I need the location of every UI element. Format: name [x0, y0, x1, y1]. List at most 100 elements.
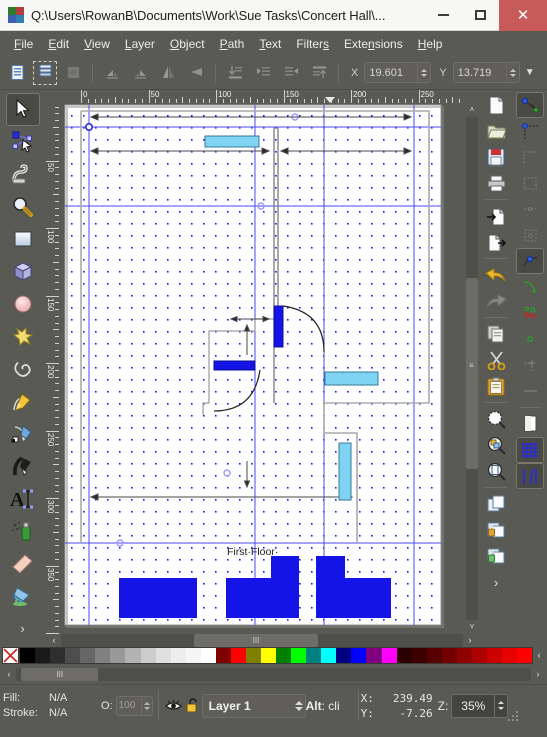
bezier-tool[interactable]: [6, 418, 40, 450]
ruler-corner[interactable]: [45, 90, 59, 103]
color-swatch[interactable]: [50, 647, 66, 663]
import-icon[interactable]: [482, 203, 510, 229]
color-swatch[interactable]: [200, 647, 216, 663]
menu-layer[interactable]: Layer: [118, 34, 162, 54]
snap-bbox-midpoint-icon[interactable]: [516, 196, 544, 222]
export-icon[interactable]: [482, 229, 510, 255]
color-swatch[interactable]: [321, 647, 337, 663]
x-coordinate-field[interactable]: [364, 62, 432, 83]
scroll-right-button[interactable]: ›: [463, 634, 477, 647]
zoom-selection-icon[interactable]: [482, 406, 510, 432]
undo-icon[interactable]: [482, 262, 510, 288]
text-tool[interactable]: A: [6, 483, 40, 515]
opacity-field[interactable]: [115, 695, 153, 716]
eraser-tool[interactable]: [6, 548, 40, 580]
snap-path-icon[interactable]: [516, 274, 544, 300]
layer-dropdown-arrows-icon[interactable]: [294, 700, 303, 711]
duplicate-icon[interactable]: [482, 491, 510, 517]
horizontal-scroll-thumb[interactable]: III: [193, 634, 319, 647]
menu-object[interactable]: Object: [163, 34, 212, 54]
snap-enable-icon[interactable]: [516, 92, 544, 118]
print-document-icon[interactable]: [482, 170, 510, 196]
close-button[interactable]: ✕: [499, 0, 547, 31]
color-swatch[interactable]: [215, 647, 231, 663]
color-swatch[interactable]: [95, 647, 111, 663]
chevron-down-icon[interactable]: ▼: [522, 67, 538, 78]
y-spinner[interactable]: [505, 63, 519, 82]
paste-icon[interactable]: [482, 373, 510, 399]
vertical-scroll-thumb[interactable]: [466, 277, 478, 470]
scroll-down-button[interactable]: ˅: [465, 620, 479, 634]
zoom-spinner[interactable]: [494, 694, 507, 717]
menu-path[interactable]: Path: [213, 34, 252, 54]
strip-scroll-thumb[interactable]: III: [21, 668, 99, 681]
snap-guide-icon[interactable]: [516, 463, 544, 489]
lower-icon[interactable]: [250, 60, 276, 86]
menu-view[interactable]: View: [77, 34, 117, 54]
spray-tool[interactable]: [6, 515, 40, 547]
deselect-icon[interactable]: [60, 60, 86, 86]
menu-help[interactable]: Help: [411, 34, 450, 54]
copy-icon[interactable]: [482, 321, 510, 347]
color-swatch[interactable]: [245, 647, 261, 663]
menu-extensions[interactable]: Extensions: [337, 34, 410, 54]
color-swatch[interactable]: [471, 647, 487, 663]
strip-scroll-right-button[interactable]: ›: [531, 668, 545, 681]
color-palette[interactable]: [19, 646, 533, 664]
maximize-button[interactable]: [462, 0, 499, 31]
color-swatch[interactable]: [291, 647, 307, 663]
spiral-tool[interactable]: [6, 353, 40, 385]
flip-horizontal-icon[interactable]: [155, 60, 181, 86]
lower-to-bottom-icon[interactable]: [222, 60, 248, 86]
zoom-tool[interactable]: [6, 191, 40, 223]
color-swatch[interactable]: [411, 647, 427, 663]
color-swatch[interactable]: [306, 647, 322, 663]
color-swatch[interactable]: [441, 647, 457, 663]
horizontal-scroll-track[interactable]: III: [61, 634, 463, 647]
bottom-scroll-strip[interactable]: ‹ III ›: [0, 665, 547, 684]
raise-to-top-icon[interactable]: [306, 60, 332, 86]
color-swatch[interactable]: [276, 647, 292, 663]
color-swatch[interactable]: [261, 647, 277, 663]
horizontal-ruler[interactable]: 0501001502002503: [59, 90, 465, 103]
x-spinner[interactable]: [417, 63, 430, 82]
scroll-left-button[interactable]: ‹: [47, 634, 61, 647]
fill-stroke-indicator[interactable]: Fill: N/A Stroke: N/A: [3, 691, 101, 721]
open-document-icon[interactable]: [482, 118, 510, 144]
color-swatch[interactable]: [336, 647, 352, 663]
rotate-90-ccw-icon[interactable]: [99, 60, 125, 86]
menu-edit[interactable]: Edit: [41, 34, 76, 54]
opacity-spinner[interactable]: [140, 696, 152, 715]
color-swatch[interactable]: [396, 647, 412, 663]
eye-icon[interactable]: [164, 699, 184, 712]
ellipse-tool[interactable]: [6, 288, 40, 320]
color-swatch[interactable]: [20, 647, 36, 663]
color-swatch[interactable]: [35, 647, 51, 663]
color-swatch[interactable]: [125, 647, 141, 663]
snap-smooth-node-icon[interactable]: [516, 352, 544, 378]
snap-bbox-center-icon[interactable]: [516, 222, 544, 248]
color-swatch[interactable]: [230, 647, 246, 663]
horizontal-scrollbar[interactable]: ‹ III ›: [45, 634, 479, 647]
right-toolbox-overflow[interactable]: ›: [482, 569, 510, 595]
strip-scroll-track[interactable]: III: [16, 668, 531, 681]
color-swatch[interactable]: [456, 647, 472, 663]
star-tool[interactable]: [6, 320, 40, 352]
select-all-icon[interactable]: [4, 60, 30, 86]
menu-filters[interactable]: Filters: [289, 34, 336, 54]
pencil-tool[interactable]: [6, 385, 40, 417]
calligraphy-tool[interactable]: [6, 450, 40, 482]
strip-scroll-left-button[interactable]: ‹: [2, 668, 16, 681]
color-swatch[interactable]: [517, 647, 533, 663]
raise-icon[interactable]: [278, 60, 304, 86]
palette-scroll-left-icon[interactable]: ‹: [533, 650, 545, 660]
color-swatch[interactable]: [110, 647, 126, 663]
snap-path-intersection-icon[interactable]: [516, 300, 544, 326]
redo-icon[interactable]: [482, 288, 510, 314]
zoom-field[interactable]: [451, 693, 509, 718]
menu-file[interactable]: File: [7, 34, 40, 54]
color-swatch[interactable]: [351, 647, 367, 663]
snap-cusp-node-icon[interactable]: [516, 326, 544, 352]
color-swatch[interactable]: [381, 647, 397, 663]
vertical-scrollbar[interactable]: ˄ ≡ ˅: [465, 103, 479, 634]
